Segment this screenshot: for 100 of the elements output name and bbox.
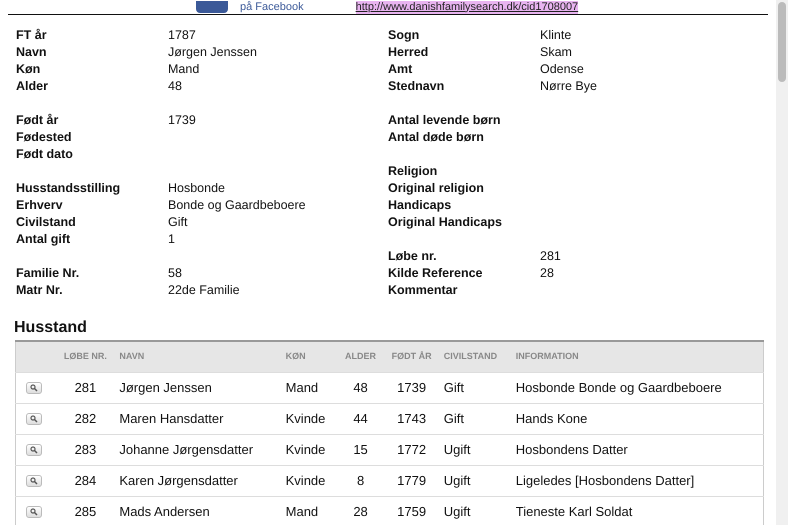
field-label: Løbe nr.: [388, 248, 438, 265]
field-label: FT år: [16, 27, 48, 44]
field-label: Husstandsstilling: [16, 180, 122, 197]
field-label: Original religion: [388, 180, 485, 197]
field-label: Stednavn: [388, 78, 446, 95]
search-icon: [30, 508, 38, 516]
table-cell: Karen Jørgensdatter: [115, 465, 282, 496]
table-cell: Mand: [282, 372, 338, 403]
table-cell: 281: [56, 372, 116, 403]
section-title: Husstand: [14, 318, 88, 338]
field-label: Erhverv: [16, 197, 64, 214]
table-cell: 1772: [383, 434, 440, 465]
field-value: 28: [540, 265, 554, 282]
table-cell: Mads Andersen: [115, 496, 282, 525]
field-label: Antal døde børn: [388, 129, 485, 146]
search-icon: [30, 384, 38, 392]
field-label: Original Handicaps: [388, 214, 503, 231]
table-cell: 1759: [383, 496, 440, 525]
table-cell: 284: [56, 465, 116, 496]
table-cell: Hosbondens Datter: [512, 434, 764, 465]
column-header: INFORMATION: [512, 341, 764, 372]
field-value: Mand: [168, 61, 200, 78]
table-cell: Hosbonde Bonde og Gaardbeboere: [512, 372, 764, 403]
field-value: 1: [168, 231, 175, 248]
table-cell: Ligeledes [Hosbondens Datter]: [512, 465, 764, 496]
table-cell: 8: [338, 465, 384, 496]
search-icon: [30, 446, 38, 454]
field-value: Bonde og Gaardbeboere: [168, 197, 306, 214]
table-cell: Kvinde: [282, 434, 338, 465]
table-cell: Gift: [440, 372, 512, 403]
table-cell: Jørgen Jenssen: [115, 372, 282, 403]
field-label: Handicaps: [388, 197, 452, 214]
field-label: Kilde Reference: [388, 265, 484, 282]
table-cell: Kvinde: [282, 403, 338, 434]
table-cell: 283: [56, 434, 116, 465]
field-label: Religion: [388, 163, 438, 180]
field-value: 1739: [168, 112, 196, 129]
field-label: Fødested: [16, 129, 73, 146]
table-cell: Ugift: [440, 465, 512, 496]
column-header: NAVN: [115, 341, 282, 372]
column-header: LØBE NR.: [56, 341, 116, 372]
field-value: Odense: [540, 61, 584, 78]
field-value: 48: [168, 78, 182, 95]
field-label: Antal levende børn: [388, 112, 502, 129]
field-label: Amt: [388, 61, 414, 78]
view-button[interactable]: [26, 382, 42, 394]
search-icon: [30, 414, 38, 422]
view-button[interactable]: [26, 506, 42, 518]
table-cell: Mand: [282, 496, 338, 525]
field-label: Civilstand: [16, 214, 77, 231]
table-cell: Kvinde: [282, 465, 338, 496]
table-cell: Gift: [440, 403, 512, 434]
field-label: Antal gift: [16, 231, 72, 248]
field-value: 1787: [168, 27, 196, 44]
table-cell: 28: [338, 496, 384, 525]
field-label: Matr Nr.: [16, 282, 64, 299]
field-label: Født år: [16, 112, 60, 129]
table-cell: 282: [56, 403, 116, 434]
field-value: 58: [168, 265, 182, 282]
table-cell: 48: [338, 372, 384, 403]
field-value: Jørgen Jenssen: [168, 44, 257, 61]
table-cell: Johanne Jørgensdatter: [115, 434, 282, 465]
table-cell: Tieneste Karl Soldat: [512, 496, 764, 525]
table-cell: Ugift: [440, 434, 512, 465]
column-header: ALDER: [338, 341, 384, 372]
field-value: Nørre Bye: [540, 78, 597, 95]
table-cell: 1739: [383, 372, 440, 403]
field-label: Født dato: [16, 146, 74, 163]
column-header: FØDT ÅR: [383, 341, 440, 372]
table-cell: Ugift: [440, 496, 512, 525]
facebook-icon[interactable]: [196, 1, 228, 13]
field-value: 281: [540, 248, 561, 265]
field-label: Navn: [16, 44, 48, 61]
field-value: 22de Familie: [168, 282, 240, 299]
table-cell: 1779: [383, 465, 440, 496]
column-header: KØN: [282, 341, 338, 372]
field-value: Gift: [168, 214, 188, 231]
column-header: CIVILSTAND: [440, 341, 512, 372]
table-cell: Hands Kone: [512, 403, 764, 434]
field-label: Alder: [16, 78, 49, 95]
table-cell: 285: [56, 496, 116, 525]
search-icon: [30, 476, 38, 484]
table-cell: 15: [338, 434, 384, 465]
field-label: Kommentar: [388, 282, 458, 299]
view-button[interactable]: [26, 444, 42, 456]
view-button[interactable]: [26, 474, 42, 486]
scrollbar[interactable]: [776, 0, 788, 525]
field-value: Skam: [540, 44, 572, 61]
view-button[interactable]: [26, 412, 42, 424]
field-value: Hosbonde: [168, 180, 225, 197]
table-cell: 44: [338, 403, 384, 434]
field-label: Herred: [388, 44, 430, 61]
field-label: Sogn: [388, 27, 420, 44]
page-link[interactable]: http://www.danishfamilysearch.dk/cid1708007: [356, 0, 578, 14]
facebook-label[interactable]: på Facebook: [240, 0, 304, 14]
field-value: Klinte: [540, 27, 572, 44]
field-label: Familie Nr.: [16, 265, 80, 282]
field-label: Køn: [16, 61, 42, 78]
table-cell: Maren Hansdatter: [115, 403, 282, 434]
table-cell: 1743: [383, 403, 440, 434]
